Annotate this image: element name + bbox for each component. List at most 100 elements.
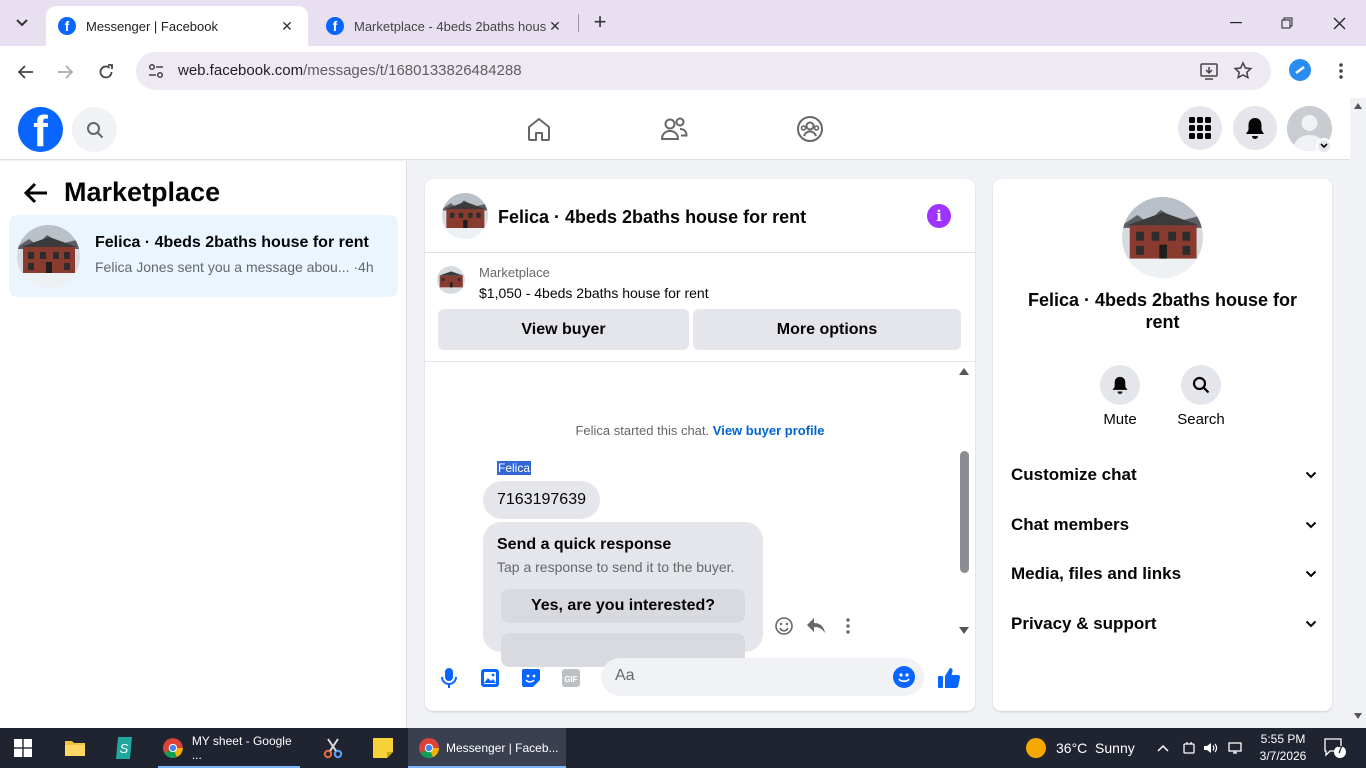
- reload-button[interactable]: [92, 58, 120, 86]
- chat-title[interactable]: Felica · 4beds 2baths house for rent: [498, 207, 806, 228]
- taskbar-app-label: MY sheet - Google ...: [191, 734, 292, 762]
- minimize-button[interactable]: [1213, 8, 1259, 38]
- tab-messenger[interactable]: f Messenger | Facebook ✕: [46, 6, 308, 46]
- mute-action[interactable]: Mute: [1098, 365, 1142, 428]
- chevron-down-icon: [1320, 143, 1328, 149]
- facebook-favicon-icon: f: [58, 17, 76, 35]
- notification-center-button[interactable]: 7: [1324, 738, 1346, 758]
- react-button[interactable]: [773, 615, 795, 637]
- volume-button[interactable]: [1203, 728, 1219, 768]
- send-like-button[interactable]: [937, 666, 961, 690]
- chat-window: Felica · 4beds 2baths house for rent i M…: [425, 179, 975, 711]
- app-s-button[interactable]: S: [114, 728, 134, 768]
- info-avatar[interactable]: [1122, 197, 1203, 278]
- restore-button[interactable]: [1264, 8, 1310, 38]
- view-buyer-profile-link[interactable]: View buyer profile: [713, 423, 825, 438]
- mute-button[interactable]: [1100, 365, 1140, 405]
- more-vertical-icon: [1339, 63, 1343, 79]
- customize-chat-section[interactable]: Customize chat: [1011, 460, 1317, 490]
- tab-marketplace[interactable]: f Marketplace - 4beds 2baths house ✕: [314, 6, 576, 46]
- emoji-button[interactable]: [893, 666, 915, 688]
- message-scrollbar[interactable]: [960, 451, 969, 573]
- browser-toolbar: web.facebook.com/messages/t/168013382648…: [0, 46, 1366, 98]
- voice-clip-button[interactable]: [437, 666, 461, 690]
- listing-thumbnail[interactable]: [437, 266, 465, 294]
- quick-response-option[interactable]: Yes, are you interested?: [501, 589, 745, 623]
- menu-button[interactable]: [1178, 106, 1222, 150]
- site-info-icon[interactable]: [146, 61, 166, 81]
- gif-button[interactable]: GIF: [559, 666, 583, 690]
- more-options-button[interactable]: More options: [693, 309, 961, 350]
- restore-icon: [1281, 17, 1293, 29]
- file-explorer-button[interactable]: [64, 728, 86, 768]
- search-label: Search: [1177, 411, 1225, 428]
- gif-icon: GIF: [562, 669, 580, 687]
- friends-icon: [660, 117, 688, 140]
- search-in-conversation-button[interactable]: [1181, 365, 1221, 405]
- notifications-button[interactable]: [1233, 106, 1277, 150]
- conversation-list-panel: Marketplace Felica · 4beds 2baths house …: [0, 161, 407, 728]
- show-hidden-icons-button[interactable]: [1157, 728, 1169, 768]
- address-bar[interactable]: web.facebook.com/messages/t/168013382648…: [136, 52, 1271, 90]
- bell-icon: [1246, 118, 1264, 139]
- quick-response-title: Send a quick response: [497, 536, 672, 553]
- back-arrow-icon[interactable]: [22, 179, 50, 207]
- view-buyer-button[interactable]: View buyer: [438, 309, 689, 350]
- close-window-button[interactable]: [1316, 8, 1362, 38]
- media-files-links-section[interactable]: Media, files and links: [1011, 559, 1317, 589]
- arrow-left-icon: [18, 65, 33, 79]
- attach-photo-button[interactable]: [478, 666, 502, 690]
- conversation-info-button[interactable]: i: [927, 204, 951, 228]
- windows-taskbar: S MY sheet - Google ... Messenger | Face…: [0, 728, 1366, 768]
- install-app-icon[interactable]: [1199, 61, 1219, 81]
- page-scrollbar[interactable]: [1350, 98, 1366, 728]
- close-tab-icon[interactable]: ✕: [278, 17, 296, 35]
- forward-button[interactable]: [51, 58, 79, 86]
- scroll-up-icon[interactable]: [1353, 102, 1363, 110]
- chat-members-section[interactable]: Chat members: [1011, 510, 1317, 540]
- snipping-tool-button[interactable]: [322, 728, 344, 768]
- system-clock[interactable]: 5:55 PM 3/7/2026: [1248, 731, 1318, 765]
- scroll-down-icon[interactable]: [958, 626, 970, 636]
- close-tab-icon[interactable]: ✕: [546, 17, 564, 35]
- more-actions-button[interactable]: [837, 615, 859, 637]
- chevron-down-icon: [1305, 620, 1317, 628]
- friends-nav-button[interactable]: [657, 112, 691, 146]
- message-thread[interactable]: Felica started this chat. View buyer pro…: [425, 362, 975, 667]
- bookmark-star-icon[interactable]: [1233, 61, 1253, 81]
- scroll-down-icon[interactable]: [1353, 712, 1363, 720]
- browser-tab-bar: f Messenger | Facebook ✕ f Marketplace -…: [0, 0, 1366, 46]
- extension-icon[interactable]: [1289, 59, 1311, 81]
- weather-text: 36°C Sunny: [1056, 740, 1135, 756]
- sticky-notes-button[interactable]: [372, 728, 394, 768]
- conversation-item[interactable]: Felica · 4beds 2baths house for rent Fel…: [9, 215, 398, 297]
- message-bubble[interactable]: 7163197639: [483, 481, 600, 519]
- tab-search-button[interactable]: [8, 9, 36, 37]
- taskbar-app-google-sheets[interactable]: MY sheet - Google ...: [154, 728, 304, 768]
- facebook-logo[interactable]: f: [18, 107, 63, 152]
- tab-separator: [578, 14, 579, 32]
- back-button[interactable]: [12, 58, 40, 86]
- taskbar-app-messenger[interactable]: Messenger | Faceb...: [408, 728, 566, 768]
- reply-button[interactable]: [805, 615, 827, 637]
- home-icon: [528, 118, 550, 141]
- privacy-support-section[interactable]: Privacy & support: [1011, 609, 1317, 639]
- device-tray-button[interactable]: [1182, 728, 1196, 768]
- network-button[interactable]: [1228, 728, 1244, 768]
- message-input[interactable]: [615, 667, 875, 685]
- chat-header-avatar[interactable]: [442, 193, 488, 239]
- sticker-button[interactable]: [519, 666, 543, 690]
- groups-nav-button[interactable]: [793, 112, 827, 146]
- start-button[interactable]: [14, 728, 32, 768]
- weather-widget[interactable]: 36°C Sunny: [1026, 728, 1135, 768]
- section-label: Privacy & support: [1011, 614, 1157, 633]
- new-tab-button[interactable]: +: [588, 11, 612, 35]
- listing-title[interactable]: $1,050 - 4beds 2baths house for rent: [479, 285, 709, 301]
- browser-menu-button[interactable]: [1330, 58, 1352, 84]
- url-text[interactable]: web.facebook.com/messages/t/168013382648…: [178, 62, 522, 79]
- home-nav-button[interactable]: [522, 112, 556, 146]
- account-dropdown-button[interactable]: [1316, 138, 1332, 154]
- facebook-search-button[interactable]: [72, 107, 117, 152]
- search-action[interactable]: Search: [1177, 365, 1225, 428]
- scroll-up-icon[interactable]: [958, 366, 970, 376]
